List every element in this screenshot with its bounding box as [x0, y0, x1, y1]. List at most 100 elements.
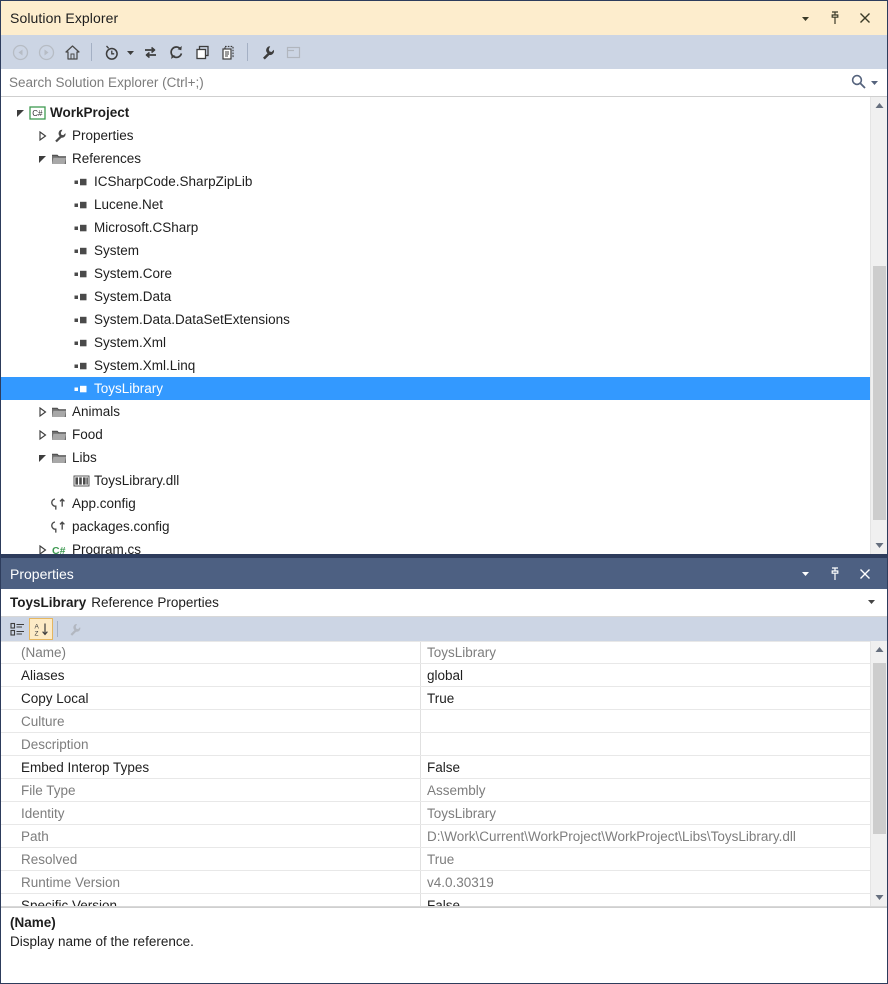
tree-item[interactable]: App.config [1, 492, 870, 515]
tree-item-label: System [94, 242, 140, 258]
collapse-triangle-icon[interactable] [35, 147, 49, 170]
property-value[interactable] [421, 733, 870, 755]
magnifier-icon[interactable] [850, 73, 867, 93]
forward-arrow-icon[interactable] [33, 40, 59, 64]
tree-item[interactable]: References [1, 147, 870, 170]
pin-icon[interactable] [827, 10, 843, 26]
sync-arrows-icon[interactable] [137, 40, 163, 64]
tree-item[interactable]: C# Program.cs [1, 538, 870, 554]
scroll-up-icon[interactable] [871, 641, 888, 658]
property-row[interactable]: Specific Version False [1, 894, 870, 906]
tree-item[interactable]: Animals [1, 400, 870, 423]
tree-item[interactable]: packages.config [1, 515, 870, 538]
property-name: Path [1, 825, 421, 847]
tree-item[interactable]: Food [1, 423, 870, 446]
tree-item[interactable]: Properties [1, 124, 870, 147]
scroll-down-icon[interactable] [871, 889, 888, 906]
close-icon[interactable] [857, 566, 873, 582]
scroll-up-icon[interactable] [871, 97, 888, 114]
home-icon[interactable] [59, 40, 85, 64]
chevron-down-icon[interactable] [797, 10, 813, 26]
close-icon[interactable] [857, 10, 873, 26]
csharp-project-icon: C# [27, 101, 47, 124]
expand-triangle-icon[interactable] [35, 423, 49, 446]
properties-object-selector[interactable]: ToysLibrary Reference Properties [1, 589, 887, 617]
tree-item[interactable]: Microsoft.CSharp [1, 216, 870, 239]
wrench-icon[interactable] [62, 618, 86, 640]
tree-item[interactable]: Libs [1, 446, 870, 469]
property-value[interactable]: Assembly [421, 779, 870, 801]
property-value[interactable]: D:\Work\Current\WorkProject\WorkProject\… [421, 825, 870, 847]
property-row[interactable]: Description [1, 733, 870, 756]
tree-item[interactable]: System.Data [1, 285, 870, 308]
svg-text:C#: C# [52, 545, 66, 555]
scrollbar-track[interactable] [871, 114, 888, 537]
tree-item[interactable]: ToysLibrary.dll [1, 469, 870, 492]
tree-item[interactable]: ICSharpCode.SharpZipLib [1, 170, 870, 193]
property-value[interactable]: True [421, 687, 870, 709]
property-value[interactable]: False [421, 756, 870, 778]
folder-icon [49, 446, 69, 469]
tree-item[interactable]: System.Xml.Linq [1, 354, 870, 377]
property-value[interactable]: True [421, 848, 870, 870]
tree-item[interactable]: Lucene.Net [1, 193, 870, 216]
scrollbar-thumb[interactable] [872, 266, 886, 521]
search-solution-explorer-input[interactable]: Search Solution Explorer (Ctrl+;) [1, 69, 887, 97]
pin-icon[interactable] [827, 566, 843, 582]
expand-triangle-icon[interactable] [35, 124, 49, 147]
solution-tree[interactable]: C# WorkProject Properties References ICSharp… [1, 97, 870, 554]
property-row[interactable]: Embed Interop Types False [1, 756, 870, 779]
properties-grid[interactable]: (Name) ToysLibrary Aliases global Copy Local… [1, 641, 870, 906]
property-value[interactable]: global [421, 664, 870, 686]
property-value[interactable]: ToysLibrary [421, 802, 870, 824]
clock-filter-icon[interactable] [98, 40, 124, 64]
property-value[interactable]: ToysLibrary [421, 642, 870, 663]
chevron-down-icon[interactable] [124, 40, 137, 64]
properties-scrollbar[interactable] [870, 641, 887, 906]
reference-icon [71, 262, 91, 285]
preview-window-icon[interactable] [280, 40, 306, 64]
scrollbar-thumb[interactable] [872, 662, 886, 834]
property-row[interactable]: Resolved True [1, 848, 870, 871]
solution-explorer-scrollbar[interactable] [870, 97, 887, 554]
back-arrow-icon[interactable] [7, 40, 33, 64]
scroll-down-icon[interactable] [871, 537, 888, 554]
collapse-triangle-icon[interactable] [13, 101, 27, 124]
solution-explorer-toolbar [1, 35, 887, 69]
property-row[interactable]: (Name) ToysLibrary [1, 641, 870, 664]
collapse-all-icon[interactable] [189, 40, 215, 64]
property-row[interactable]: Path D:\Work\Current\WorkProject\WorkProj… [1, 825, 870, 848]
chevron-down-icon[interactable] [867, 597, 879, 608]
property-value[interactable]: v4.0.30319 [421, 871, 870, 893]
property-row[interactable]: File Type Assembly [1, 779, 870, 802]
property-row[interactable]: Aliases global [1, 664, 870, 687]
tree-item[interactable]: ToysLibrary [1, 377, 870, 400]
scrollbar-track[interactable] [871, 658, 888, 889]
tree-item[interactable]: C# WorkProject [1, 101, 870, 124]
categorized-icon[interactable] [5, 618, 29, 640]
tree-item[interactable]: System.Xml [1, 331, 870, 354]
property-row[interactable]: Identity ToysLibrary [1, 802, 870, 825]
tree-item-label: packages.config [72, 518, 170, 534]
expand-triangle-icon[interactable] [35, 538, 49, 554]
wrench-icon[interactable] [254, 40, 280, 64]
show-all-files-icon[interactable] [215, 40, 241, 64]
property-row[interactable]: Culture [1, 710, 870, 733]
chevron-down-icon[interactable] [870, 75, 879, 90]
expand-triangle-icon[interactable] [35, 400, 49, 423]
solution-explorer-pane: Solution Explorer Search Solution Explor… [1, 1, 887, 558]
chevron-down-icon[interactable] [797, 566, 813, 582]
alphabetical-sort-icon[interactable]: A Z [29, 618, 53, 640]
property-row[interactable]: Runtime Version v4.0.30319 [1, 871, 870, 894]
property-row[interactable]: Copy Local True [1, 687, 870, 710]
tree-item[interactable]: System.Core [1, 262, 870, 285]
properties-pane: Properties ToysLibrary Reference Propert… [1, 558, 887, 983]
tree-item[interactable]: System [1, 239, 870, 262]
property-value[interactable] [421, 710, 870, 732]
collapse-triangle-icon[interactable] [35, 446, 49, 469]
tree-item[interactable]: System.Data.DataSetExtensions [1, 308, 870, 331]
property-value[interactable]: False [421, 894, 870, 907]
description-text: Display name of the reference. [10, 934, 194, 949]
refresh-icon[interactable] [163, 40, 189, 64]
